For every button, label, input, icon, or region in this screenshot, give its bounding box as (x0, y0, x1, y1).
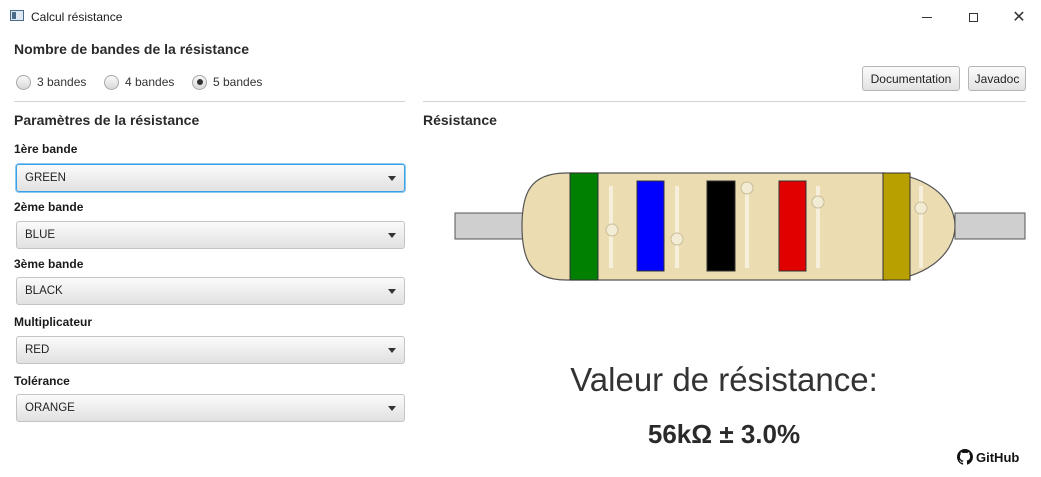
highlight-knob (740, 181, 754, 195)
multiplier-stripe (778, 180, 807, 272)
result-caption: Valeur de résistance: (570, 361, 878, 398)
highlight-bar (745, 182, 749, 268)
tolerance-stripe (882, 172, 911, 281)
highlight-knob (670, 232, 684, 246)
band3-stripe (706, 180, 736, 272)
github-link[interactable]: GitHub (957, 449, 1019, 465)
highlight-bar (919, 186, 923, 268)
resistor-lead-left (454, 212, 526, 240)
band1-stripe (569, 172, 599, 281)
github-label: GitHub (976, 449, 1020, 465)
highlight-bar (675, 186, 679, 268)
highlight-knob (811, 195, 825, 209)
github-icon (957, 449, 973, 465)
highlight-knob (605, 223, 619, 237)
result-value: 56kΩ ± 3.0% (647, 419, 801, 449)
resistor-drawing (454, 172, 1026, 281)
resistor-lead-right (954, 212, 1026, 240)
highlight-knob (914, 201, 928, 215)
band2-stripe (636, 180, 665, 272)
